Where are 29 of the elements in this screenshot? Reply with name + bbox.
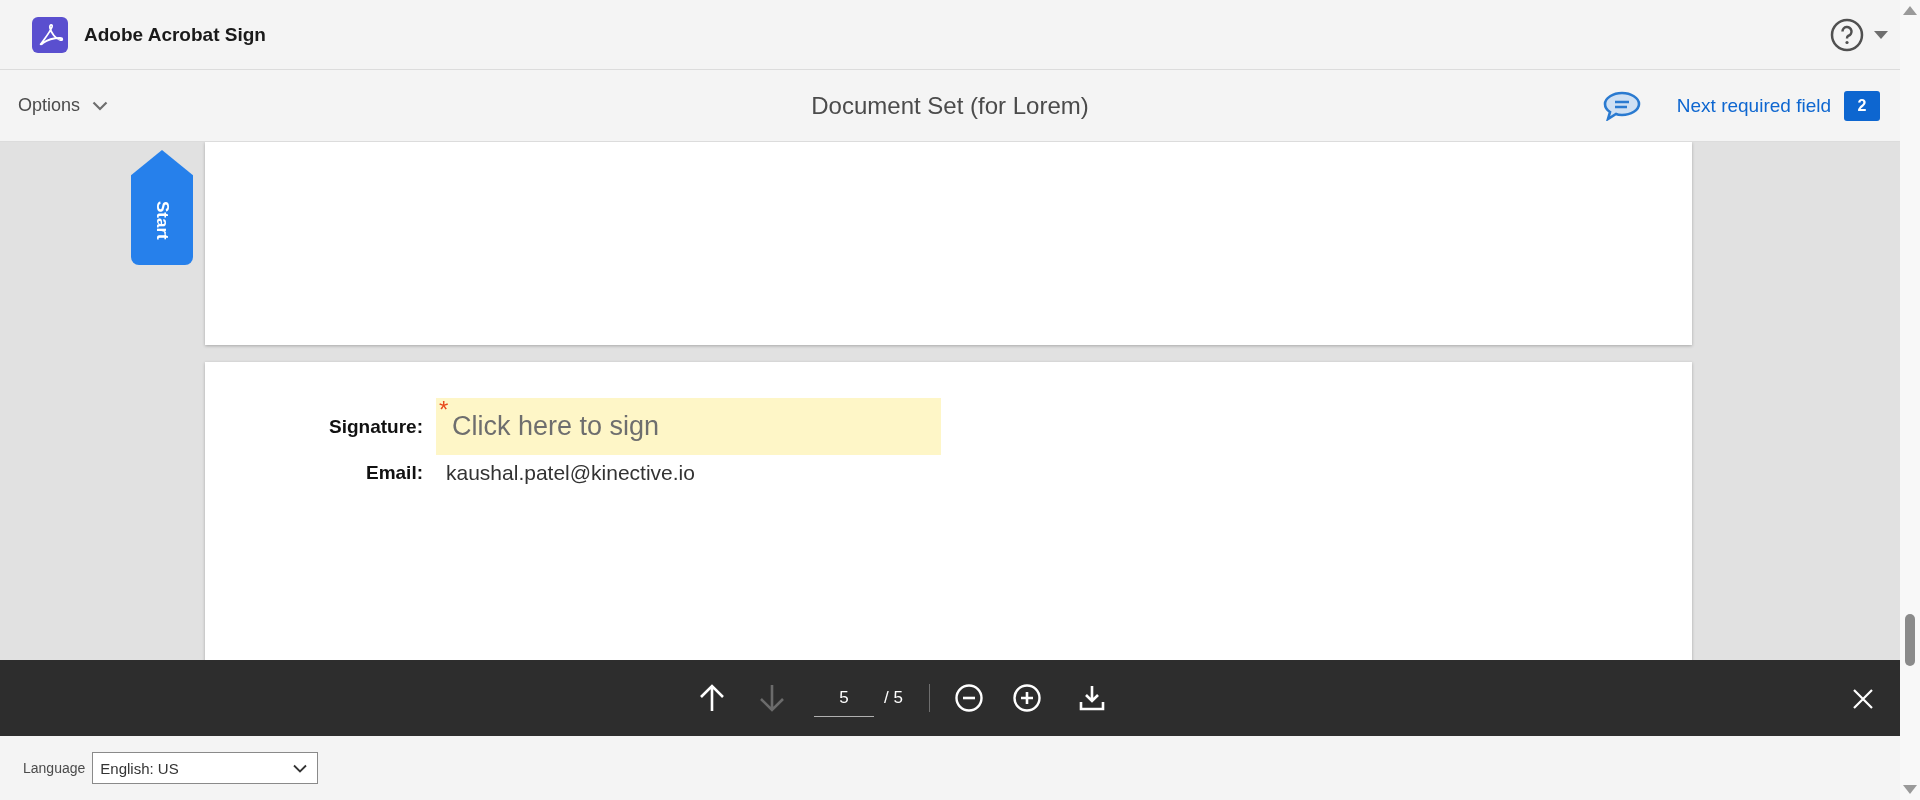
next-required-field-link[interactable]: Next required field bbox=[1676, 94, 1831, 117]
page-number-field[interactable]: 5 bbox=[814, 679, 874, 717]
email-value: kaushal.patel@kinective.io bbox=[445, 461, 696, 485]
required-count-badge: 2 bbox=[1844, 90, 1880, 121]
signature-field[interactable]: *Click here to sign bbox=[436, 398, 941, 455]
caret-down-icon[interactable] bbox=[1874, 30, 1888, 39]
scroll-down-icon[interactable] bbox=[1903, 785, 1917, 794]
language-label: Language bbox=[23, 760, 86, 776]
zoom-in-button[interactable] bbox=[1011, 683, 1042, 713]
options-menu[interactable]: Options bbox=[18, 95, 109, 116]
scroll-thumb[interactable] bbox=[1905, 614, 1915, 666]
chevron-down-icon bbox=[293, 763, 308, 773]
scrollbar[interactable] bbox=[1900, 0, 1920, 800]
language-dropdown[interactable]: English: US bbox=[92, 752, 319, 784]
download-button[interactable] bbox=[1077, 684, 1106, 712]
field-label: Email: bbox=[365, 462, 423, 484]
app-name: Adobe Acrobat Sign bbox=[84, 23, 266, 46]
help-icon[interactable] bbox=[1830, 17, 1864, 52]
comment-icon[interactable] bbox=[1602, 90, 1641, 121]
required-asterisk: * bbox=[439, 398, 449, 422]
field-label: Signature: bbox=[329, 415, 423, 438]
document-title: Document Set (for Lorem) bbox=[811, 91, 1089, 119]
zoom-out-button[interactable] bbox=[953, 683, 984, 713]
acrobat-logo-icon bbox=[32, 16, 68, 53]
start-tab[interactable]: Start bbox=[131, 150, 193, 265]
chevron-down-icon bbox=[92, 100, 109, 111]
page-total: / 5 bbox=[884, 688, 903, 708]
close-button[interactable] bbox=[1852, 688, 1874, 710]
scroll-up-icon[interactable] bbox=[1903, 6, 1917, 15]
